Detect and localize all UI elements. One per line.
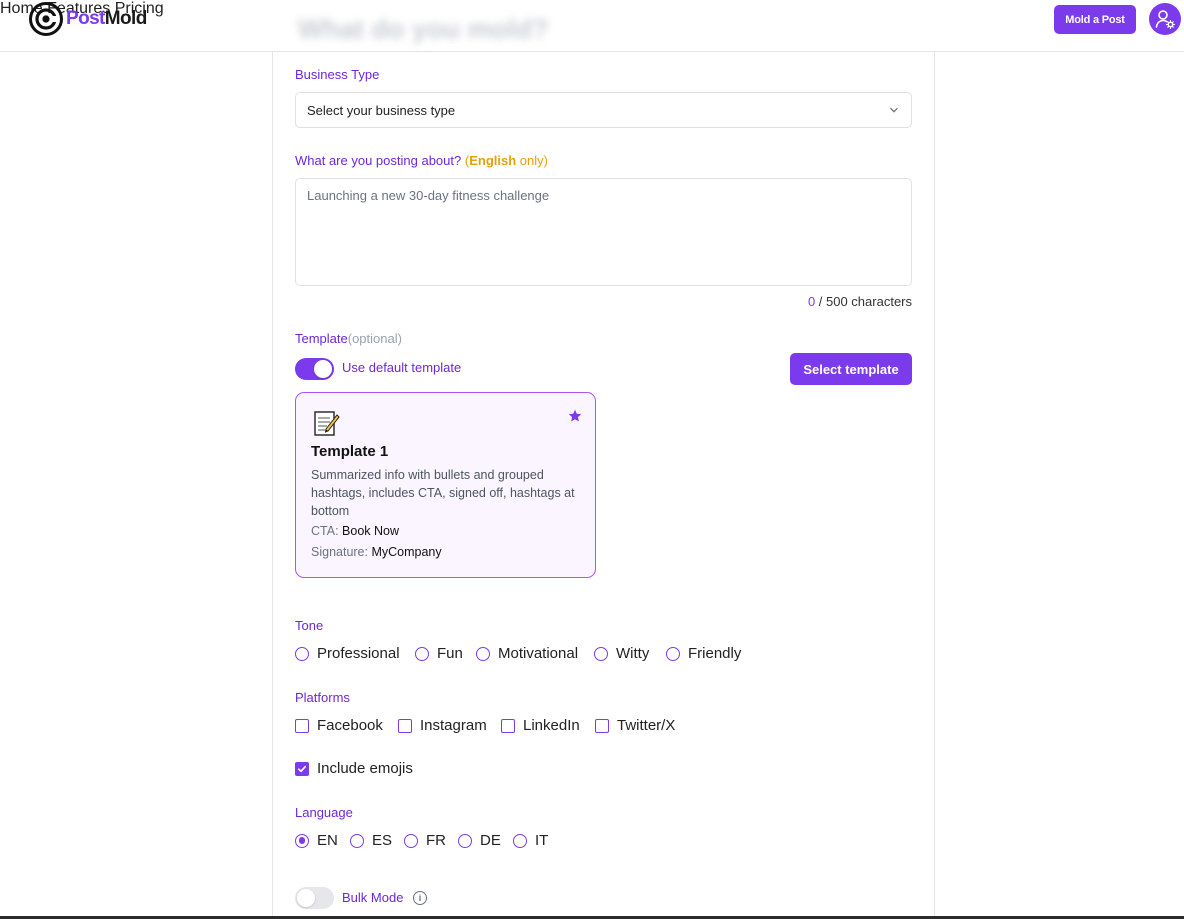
brand-name-post: Post	[66, 8, 105, 29]
default-template-toggle-label: Use default template	[342, 360, 462, 375]
user-avatar[interactable]	[1149, 3, 1181, 35]
tone-option-label: Fun	[437, 645, 463, 662]
info-icon[interactable]: i	[413, 891, 427, 905]
select-template-button[interactable]: Select template	[790, 353, 912, 385]
char-counter: 0 / 500 characters	[780, 294, 912, 309]
page-title: What do you mold?	[298, 14, 549, 44]
top-navbar: PostMold Home Features Pricing Mold a Po…	[0, 0, 1184, 52]
memo-icon	[314, 411, 340, 436]
tone-option-label: Professional	[317, 645, 400, 662]
topic-label: What are you posting about? (English onl…	[295, 153, 548, 168]
platform-option-label: Instagram	[420, 717, 487, 734]
language-option-it[interactable]: IT	[513, 832, 548, 849]
radio-button[interactable]	[404, 833, 418, 848]
toggle-knob	[297, 889, 315, 907]
signature-label: Signature:	[311, 545, 368, 559]
radio-button-selected[interactable]	[295, 833, 309, 848]
template-card-title: Template 1	[311, 443, 389, 460]
radio-button[interactable]	[295, 646, 309, 661]
radio-button[interactable]	[666, 646, 680, 661]
language-option-en[interactable]: EN	[295, 832, 338, 849]
default-template-toggle[interactable]	[295, 358, 334, 380]
tone-label: Tone	[295, 618, 324, 633]
radio-button[interactable]	[458, 833, 472, 848]
checkbox[interactable]	[398, 718, 412, 733]
user-settings-icon	[1155, 10, 1175, 29]
char-limit-text: / 500 characters	[815, 294, 912, 309]
business-type-label: Business Type	[295, 67, 380, 82]
signature-value: MyCompany	[371, 545, 442, 559]
business-type-value: Select your business type	[307, 102, 456, 118]
tone-option-friendly[interactable]: Friendly	[666, 645, 741, 662]
checkmark-icon	[298, 765, 307, 772]
tone-option-label: Motivational	[498, 645, 579, 662]
cta-label: CTA:	[311, 524, 339, 538]
language-option-label: DE	[480, 832, 501, 849]
tone-option-professional[interactable]: Professional	[295, 645, 400, 662]
topic-lang-note-rest: only)	[516, 153, 548, 168]
include-emojis-option[interactable]: Include emojis	[295, 760, 413, 777]
favorite-star-icon[interactable]	[568, 409, 582, 423]
language-option-label: EN	[317, 832, 338, 849]
platform-option-linkedin[interactable]: LinkedIn	[501, 717, 580, 734]
language-option-label: FR	[426, 832, 446, 849]
mold-a-post-button[interactable]: Mold a Post	[1054, 5, 1136, 34]
language-label: Language	[295, 805, 353, 820]
template-card-signature: Signature: MyCompany	[311, 545, 442, 559]
bulk-mode-label: Bulk Mode	[342, 890, 404, 905]
template-label: Template(optional)	[295, 331, 402, 346]
platform-option-twitter[interactable]: Twitter/X	[595, 717, 675, 734]
topic-placeholder: Launching a new 30-day fitness challenge	[307, 188, 550, 203]
cta-value: Book Now	[342, 524, 400, 538]
radio-button[interactable]	[476, 646, 490, 661]
template-optional-note: (optional)	[347, 331, 402, 346]
postmold-logo-icon	[29, 2, 63, 36]
platform-option-instagram[interactable]: Instagram	[398, 717, 487, 734]
radio-button[interactable]	[415, 646, 429, 661]
template-card-cta: CTA: Book Now	[311, 524, 399, 538]
tone-option-motivational[interactable]: Motivational	[476, 645, 578, 662]
topic-label-text: What are you posting about?	[295, 153, 462, 168]
radio-button[interactable]	[594, 646, 608, 661]
template-card[interactable]: Template 1 Summarized info with bullets …	[295, 392, 596, 578]
tone-option-label: Witty	[616, 645, 650, 662]
template-label-text: Template	[295, 331, 348, 346]
chevron-down-icon	[890, 107, 898, 113]
platforms-label: Platforms	[295, 690, 350, 705]
language-option-label: ES	[372, 832, 393, 849]
platform-option-label: LinkedIn	[523, 717, 580, 734]
radio-button[interactable]	[350, 833, 364, 848]
brand-name: PostMold	[66, 8, 147, 30]
checkbox[interactable]	[595, 718, 609, 733]
template-card-description: Summarized info with bullets and grouped…	[311, 468, 575, 518]
include-emojis-label: Include emojis	[317, 760, 413, 777]
checkbox[interactable]	[295, 718, 309, 733]
platform-option-label: Twitter/X	[617, 717, 676, 734]
topic-textarea[interactable]: Launching a new 30-day fitness challenge	[295, 178, 912, 286]
tone-option-label: Friendly	[688, 645, 742, 662]
checkbox-checked[interactable]	[295, 761, 309, 776]
language-option-es[interactable]: ES	[350, 832, 392, 849]
radio-button[interactable]	[513, 833, 527, 848]
checkbox[interactable]	[501, 718, 515, 733]
bulk-mode-toggle[interactable]	[295, 887, 334, 909]
language-option-de[interactable]: DE	[458, 832, 501, 849]
toggle-knob	[314, 360, 332, 378]
brand-name-mold: Mold	[104, 8, 148, 29]
topic-lang-note-lang: English	[469, 153, 517, 168]
tone-option-witty[interactable]: Witty	[594, 645, 649, 662]
platform-option-label: Facebook	[317, 717, 383, 734]
platform-option-facebook[interactable]: Facebook	[295, 717, 383, 734]
language-option-label: IT	[535, 832, 549, 849]
tone-option-fun[interactable]: Fun	[415, 645, 463, 662]
brand-logo[interactable]: PostMold	[29, 2, 147, 36]
business-type-select[interactable]: Select your business type	[295, 92, 912, 128]
language-option-fr[interactable]: FR	[404, 832, 446, 849]
